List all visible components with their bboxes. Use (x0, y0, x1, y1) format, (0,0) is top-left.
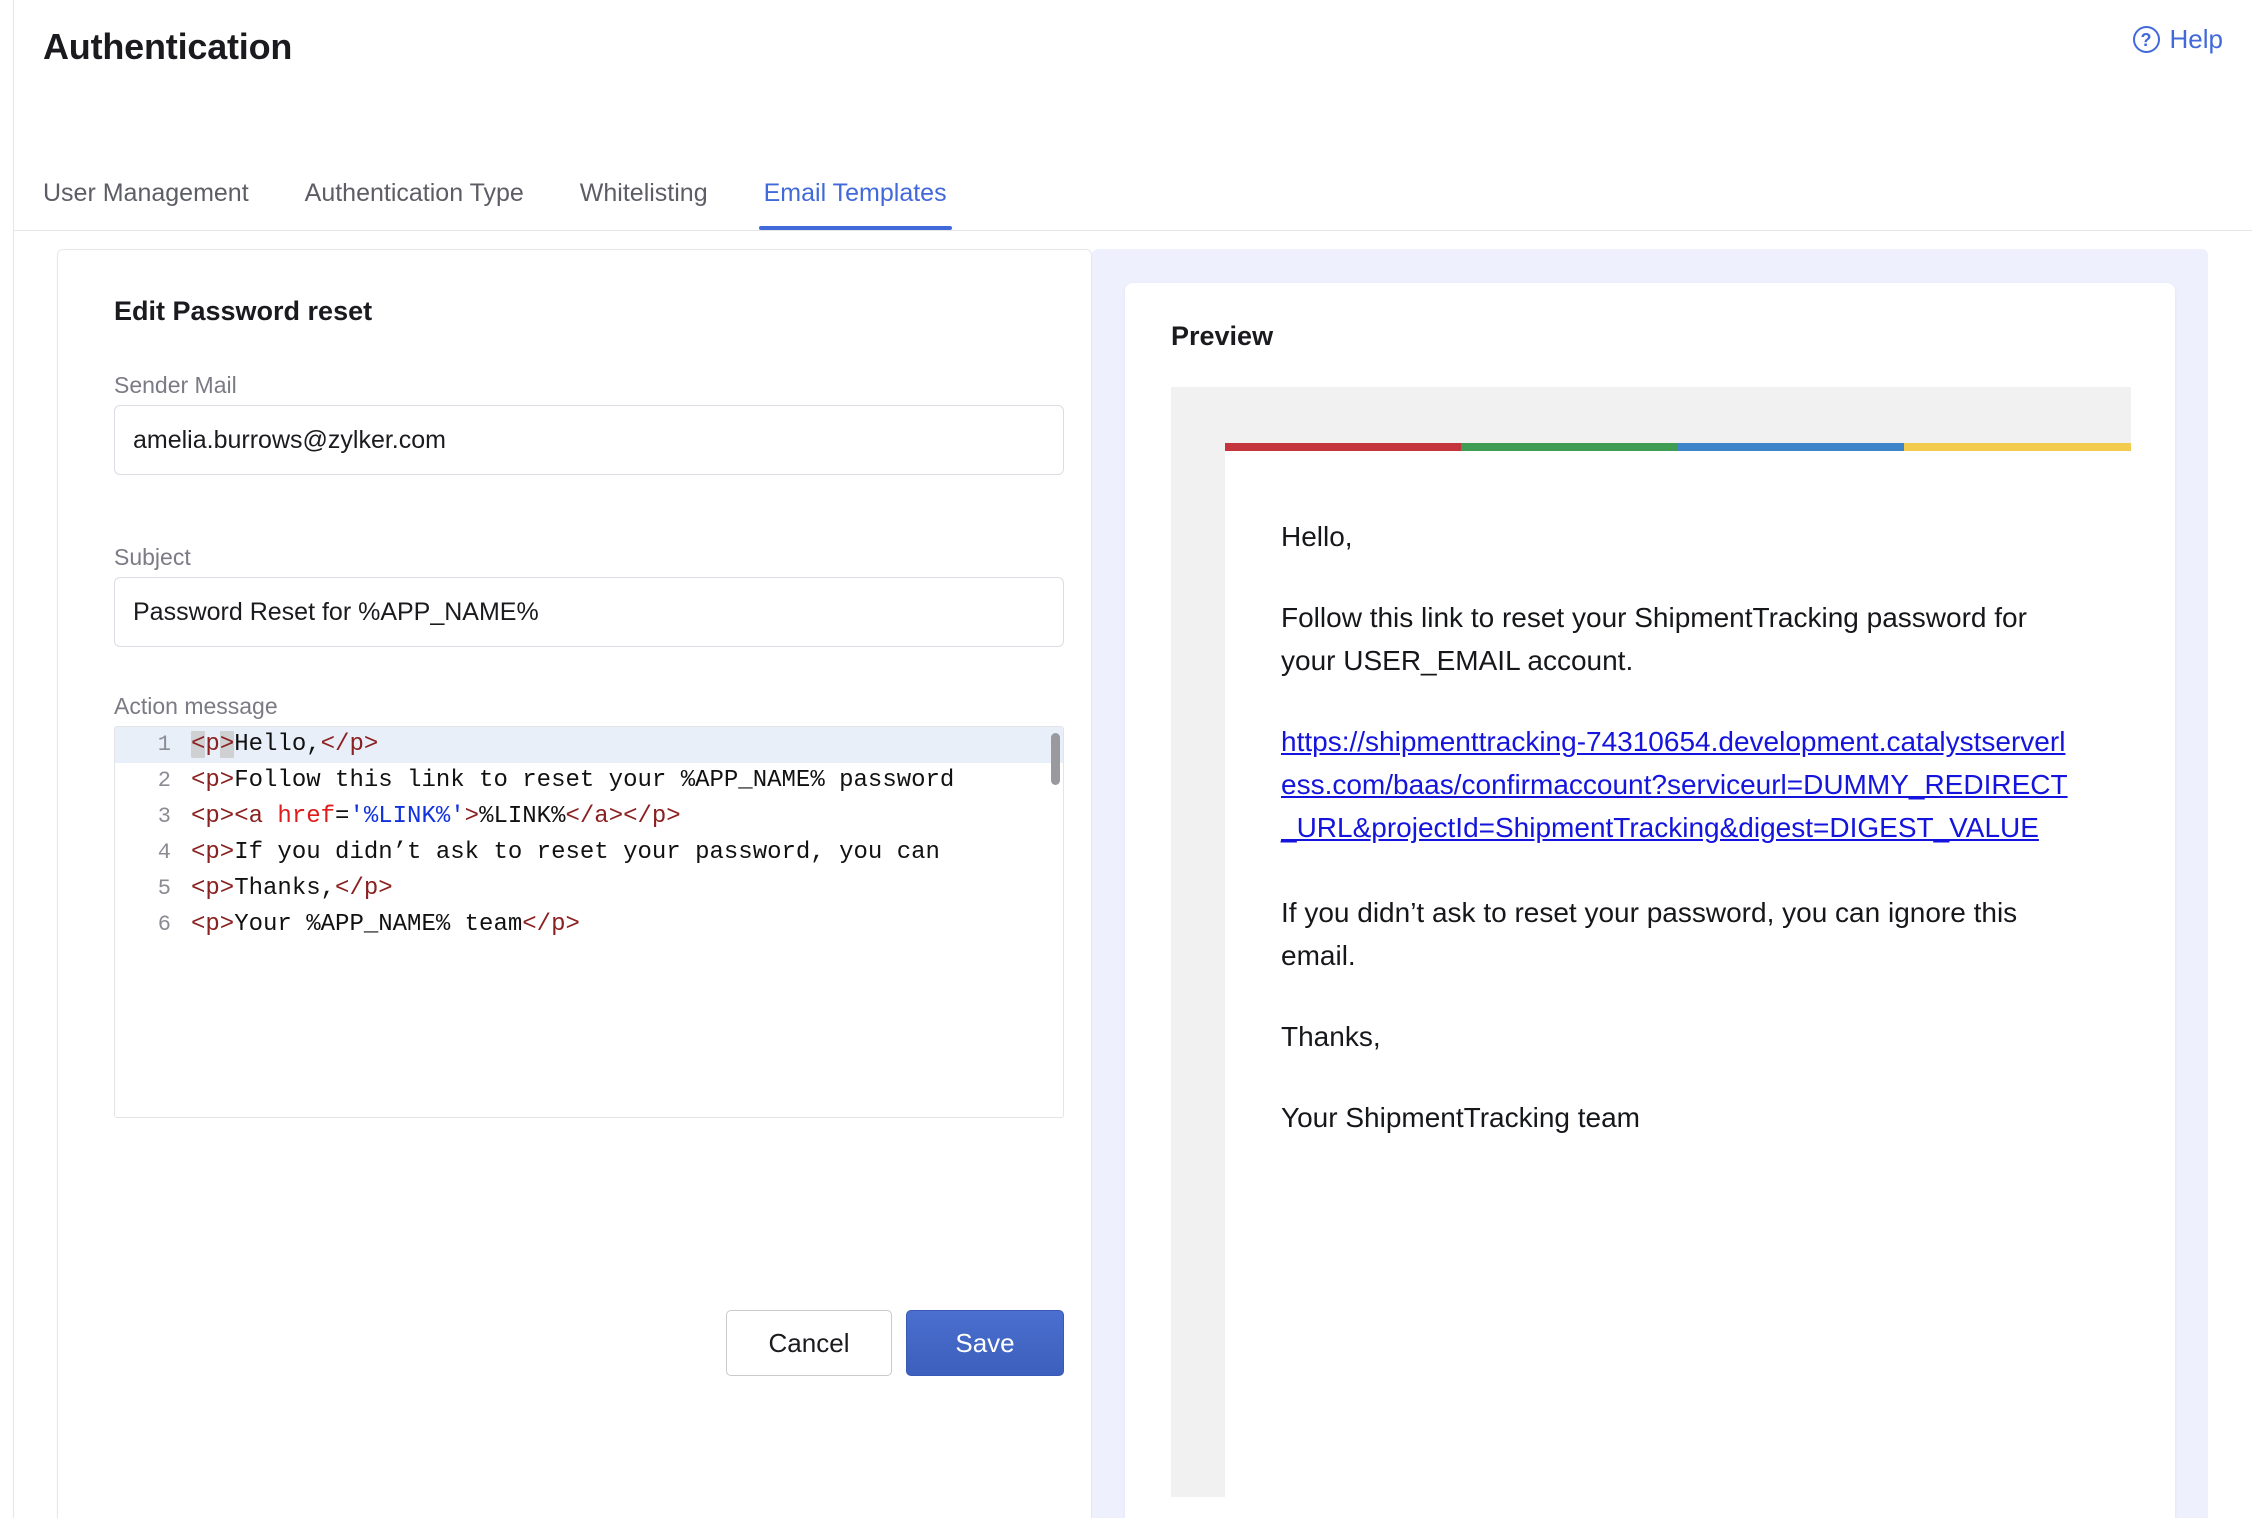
stripe-blue (1677, 443, 1905, 451)
line-number: 5 (157, 876, 171, 901)
form-actions: Cancel Save (114, 1310, 1064, 1376)
code-line[interactable]: 6 <p>Your %APP_NAME% team</p> (115, 907, 1063, 943)
email-color-stripe (1225, 443, 2131, 451)
email-thanks: Thanks, (1281, 1021, 1381, 1052)
tab-user-management[interactable]: User Management (43, 179, 249, 230)
help-label: Help (2169, 24, 2223, 54)
code-line-text: <p>If you didn’t ask to reset your passw… (191, 839, 940, 866)
preview-title: Preview (1171, 321, 1274, 351)
sender-mail-input[interactable] (114, 405, 1064, 475)
email-signature: Your ShipmentTracking team (1281, 1102, 1640, 1133)
stripe-green (1460, 443, 1678, 451)
line-number: 1 (157, 732, 171, 757)
preview-panel: Preview Hello, Follow this link to reset… (1092, 249, 2208, 1518)
code-line-text: <p>Hello,</p> (191, 731, 379, 758)
left-rail (0, 0, 14, 1518)
code-line[interactable]: 5 <p>Thanks,</p> (115, 871, 1063, 907)
tab-email-templates[interactable]: Email Templates (758, 179, 952, 230)
line-number: 4 (157, 840, 171, 865)
editor-scrollbar[interactable] (1049, 727, 1063, 1117)
code-line[interactable]: 2 <p>Follow this link to reset your %APP… (115, 763, 1063, 799)
code-line[interactable]: 1 <p>Hello,</p> (115, 727, 1063, 763)
stripe-yellow (1904, 443, 2131, 451)
content-area: Edit Password reset Sender Mail Subject … (14, 232, 2252, 1518)
question-circle-icon: ? (2132, 26, 2160, 53)
tab-authentication-type[interactable]: Authentication Type (305, 179, 524, 230)
sender-mail-label: Sender Mail (114, 372, 237, 398)
code-line-text: <p><a href='%LINK%'>%LINK%</a></p> (191, 803, 681, 830)
email-link-paragraph: https://shipmenttracking-74310654.develo… (1281, 720, 2075, 849)
code-line-text: <p>Thanks,</p> (191, 875, 393, 902)
tab-bar: User Management Authentication Type Whit… (43, 152, 952, 230)
email-intro: Follow this link to reset your ShipmentT… (1281, 602, 2027, 676)
line-number: 6 (157, 912, 171, 937)
email-reset-link[interactable]: https://shipmenttracking-74310654.develo… (1281, 726, 2068, 843)
code-editor-lines: 1 <p>Hello,</p> 2 <p>Follow this link to… (115, 727, 1063, 1117)
authentication-page: Authentication ? Help User Management Au… (0, 0, 2252, 1518)
cancel-button[interactable]: Cancel (726, 1310, 892, 1376)
code-line[interactable]: 3 <p><a href='%LINK%'>%LINK%</a></p> (115, 799, 1063, 835)
email-body: Hello, Follow this link to reset your Sh… (1225, 443, 2131, 1497)
code-line-text: <p>Follow this link to reset your %APP_N… (191, 767, 955, 794)
email-content: Hello, Follow this link to reset your Sh… (1225, 451, 2131, 1139)
editor-scrollbar-thumb[interactable] (1051, 733, 1060, 785)
subject-label: Subject (114, 544, 191, 570)
help-button[interactable]: ? Help (2132, 24, 2223, 55)
edit-template-card: Edit Password reset Sender Mail Subject … (57, 249, 1092, 1518)
code-line[interactable]: 4 <p>If you didn’t ask to reset your pas… (115, 835, 1063, 871)
code-line-text: <p>Your %APP_NAME% team</p> (191, 911, 580, 938)
tab-whitelisting[interactable]: Whitelisting (580, 179, 708, 230)
email-greeting: Hello, (1281, 521, 1353, 552)
preview-card: Preview Hello, Follow this link to reset… (1125, 283, 2175, 1518)
edit-panel-title: Edit Password reset (114, 296, 373, 326)
line-number: 2 (157, 768, 171, 793)
subject-input[interactable] (114, 577, 1064, 647)
email-disclaimer: If you didn’t ask to reset your password… (1281, 897, 2018, 971)
stripe-red (1225, 443, 1461, 451)
save-button[interactable]: Save (906, 1310, 1064, 1376)
action-message-code-editor[interactable]: 1 <p>Hello,</p> 2 <p>Follow this link to… (114, 726, 1064, 1118)
email-preview-frame: Hello, Follow this link to reset your Sh… (1171, 387, 2131, 1497)
page-title: Authentication (43, 26, 293, 67)
page-header: Authentication ? Help User Management Au… (14, 0, 2252, 231)
line-number: 3 (157, 804, 171, 829)
action-message-label: Action message (114, 693, 278, 719)
